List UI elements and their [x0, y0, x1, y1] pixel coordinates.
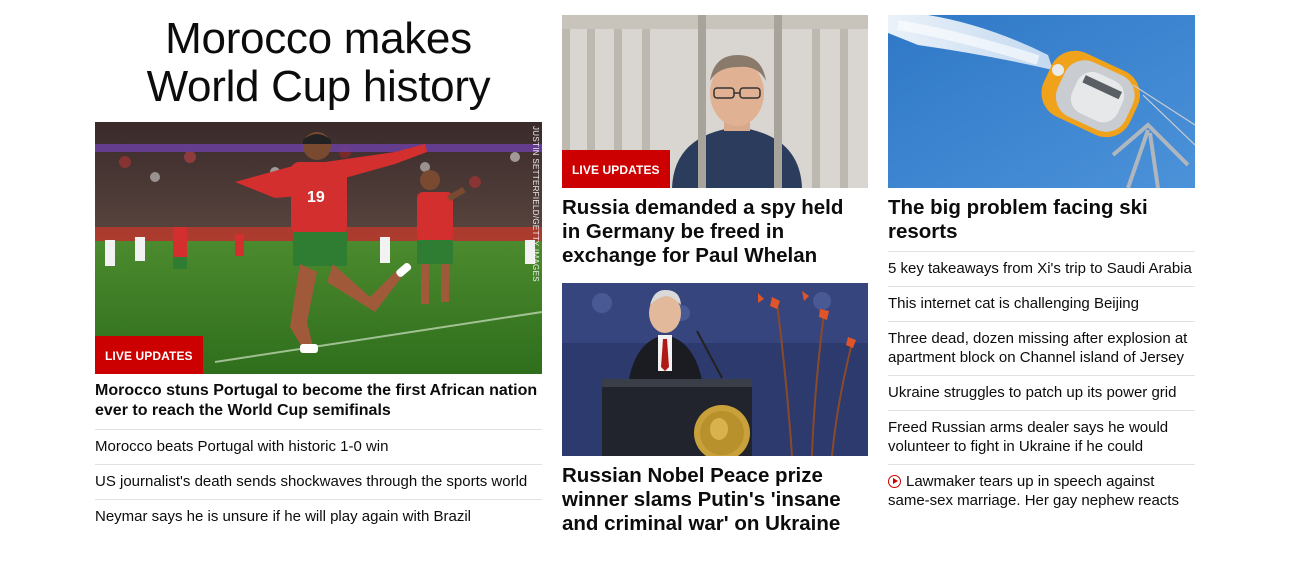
svg-text:19: 19 — [307, 189, 325, 206]
list-item-link[interactable]: Three dead, dozen missing after explosio… — [888, 330, 1187, 366]
live-updates-badge: LIVE UPDATES — [562, 150, 670, 188]
ski-headline[interactable]: The big problem facing ski resorts — [888, 196, 1195, 244]
play-icon — [888, 475, 901, 488]
right-column: The big problem facing ski resorts 5 key… — [888, 0, 1195, 518]
list-item[interactable]: Three dead, dozen missing after explosio… — [888, 321, 1195, 375]
list-item-link[interactable]: Freed Russian arms dealer says he would … — [888, 419, 1168, 455]
hero-headline[interactable]: Morocco stuns Portugal to become the fir… — [95, 381, 542, 421]
nobel-headline[interactable]: Russian Nobel Peace prize winner slams P… — [562, 464, 862, 536]
list-item[interactable]: Morocco beats Portugal with historic 1-0… — [95, 429, 542, 464]
list-item[interactable]: Freed Russian arms dealer says he would … — [888, 410, 1195, 464]
nobel-image[interactable] — [562, 283, 868, 456]
hero-title[interactable]: Morocco makes World Cup history — [95, 0, 542, 111]
hero-related-list: Morocco beats Portugal with historic 1-0… — [95, 429, 542, 534]
list-item[interactable]: This internet cat is challenging Beijing — [888, 286, 1195, 321]
hero-title-line1[interactable]: Morocco makes — [95, 15, 542, 63]
right-link-list: 5 key takeaways from Xi's trip to Saudi … — [888, 251, 1195, 518]
photo-credit: JUSTIN SETTERFIELD/GETTY IMAGES — [531, 126, 540, 282]
ski-image[interactable] — [888, 15, 1195, 188]
live-updates-badge: LIVE UPDATES — [95, 336, 203, 374]
list-item[interactable]: Neymar says he is unsure if he will play… — [95, 499, 542, 534]
list-item[interactable]: Ukraine struggles to patch up its power … — [888, 375, 1195, 410]
ski-photo — [888, 15, 1195, 188]
list-item-link[interactable]: Ukraine struggles to patch up its power … — [888, 384, 1176, 401]
whelan-image[interactable]: LIVE UPDATES — [562, 15, 868, 188]
list-item[interactable]: 5 key takeaways from Xi's trip to Saudi … — [888, 251, 1195, 286]
whelan-headline[interactable]: Russia demanded a spy held in Germany be… — [562, 196, 862, 268]
list-item-link[interactable]: Morocco beats Portugal with historic 1-0… — [95, 438, 388, 455]
hero-title-line2[interactable]: World Cup history — [95, 63, 542, 111]
hero-image[interactable]: 19 JUSTIN SETTERFIELD/GETTY IMAGES LIVE … — [95, 122, 542, 374]
hero-column: Morocco makes World Cup history 19 JUSTI… — [95, 0, 542, 534]
list-item[interactable]: Lawmaker tears up in speech against same… — [888, 464, 1195, 518]
list-item-link[interactable]: This internet cat is challenging Beijing — [888, 295, 1139, 312]
list-item-link[interactable]: 5 key takeaways from Xi's trip to Saudi … — [888, 260, 1192, 277]
list-item-link[interactable]: US journalist's death sends shockwaves t… — [95, 473, 527, 490]
video-link[interactable]: Lawmaker tears up in speech against same… — [888, 473, 1179, 509]
middle-column: LIVE UPDATES Russia demanded a spy held … — [562, 0, 868, 536]
list-item-link[interactable]: Neymar says he is unsure if he will play… — [95, 508, 471, 525]
list-item[interactable]: US journalist's death sends shockwaves t… — [95, 464, 542, 499]
nobel-photo — [562, 283, 868, 456]
